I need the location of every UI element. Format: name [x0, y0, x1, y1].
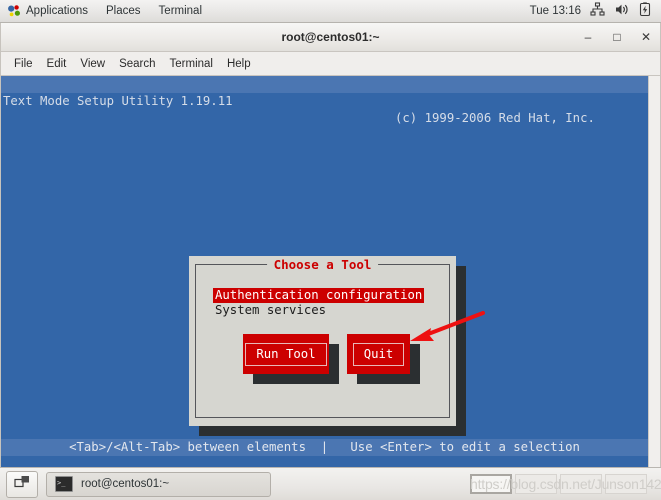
- window-titlebar[interactable]: root@centos01:~ – □ ✕: [1, 23, 660, 52]
- volume-icon[interactable]: [614, 2, 629, 20]
- taskbar: root@centos01:~ https://blog.csdn.net/Ju…: [0, 467, 661, 500]
- menu-help[interactable]: Help: [220, 56, 258, 72]
- setup-copyright: (c) 1999-2006 Red Hat, Inc.: [395, 111, 595, 125]
- window-controls: – □ ✕: [580, 23, 654, 51]
- menu-applications[interactable]: Applications: [1, 2, 96, 20]
- show-desktop-button[interactable]: [6, 470, 38, 498]
- terminal-scrollbar[interactable]: [648, 76, 660, 467]
- gnome-foot-icon: [7, 4, 21, 18]
- menu-search[interactable]: Search: [112, 56, 162, 72]
- run-tool-button-label: Run Tool: [245, 342, 327, 366]
- menu-edit[interactable]: Edit: [40, 56, 74, 72]
- windows-overlap-icon: [13, 474, 31, 494]
- network-icon[interactable]: [590, 2, 605, 20]
- option-authentication-configuration[interactable]: Authentication configuration: [213, 288, 425, 303]
- watermark-area: https://blog.csdn.net/Junson142099: [470, 474, 661, 494]
- battery-icon[interactable]: [638, 2, 652, 20]
- menu-terminal[interactable]: Terminal: [151, 3, 210, 19]
- dialog-button-row: Run Tool Quit: [189, 334, 456, 394]
- menu-applications-label: Applications: [26, 5, 89, 17]
- watermark-text: https://blog.csdn.net/Junson142099: [470, 476, 661, 492]
- dialog-title: Choose a Tool: [266, 258, 379, 272]
- panel-status-area: Tue 13:16: [530, 2, 661, 20]
- minimize-button[interactable]: –: [580, 29, 596, 45]
- setup-header-bar: Text Mode Setup Utility 1.19.11 (c) 1999…: [1, 76, 648, 125]
- terminal-icon: [55, 476, 73, 492]
- close-button[interactable]: ✕: [638, 29, 654, 45]
- quit-button-label: Quit: [352, 342, 405, 366]
- quit-button-face: Quit: [347, 334, 410, 374]
- terminal-screen[interactable]: Text Mode Setup Utility 1.19.11 (c) 1999…: [1, 76, 660, 467]
- option-system-services[interactable]: System services: [213, 303, 424, 318]
- menu-places[interactable]: Places: [98, 3, 149, 19]
- run-tool-button[interactable]: Run Tool: [243, 334, 339, 384]
- top-panel: Applications Places Terminal Tue 13:16: [0, 0, 661, 23]
- terminal-menubar: File Edit View Search Terminal Help: [1, 52, 660, 76]
- run-tool-button-face: Run Tool: [243, 334, 329, 374]
- menu-view[interactable]: View: [73, 56, 112, 72]
- window-title: root@centos01:~: [281, 30, 380, 44]
- menu-terminal[interactable]: Terminal: [163, 56, 220, 72]
- quit-button[interactable]: Quit: [347, 334, 420, 384]
- desktop-screen: Applications Places Terminal Tue 13:16 r…: [0, 0, 661, 500]
- terminal-window: root@centos01:~ – □ ✕ File Edit View Sea…: [0, 23, 661, 467]
- tui-content: Text Mode Setup Utility 1.19.11 (c) 1999…: [1, 76, 648, 467]
- taskbar-window-label: root@centos01:~: [81, 478, 170, 490]
- setup-utility-title: Text Mode Setup Utility 1.19.11: [3, 94, 233, 108]
- tool-option-list: Authentication configuration System serv…: [213, 288, 425, 318]
- clock[interactable]: Tue 13:16: [530, 5, 581, 17]
- choose-a-tool-dialog: Choose a Tool Authentication configurati…: [189, 256, 456, 426]
- maximize-button[interactable]: □: [609, 29, 625, 45]
- setup-footer-bar: <Tab>/<Alt-Tab> between elements | Use <…: [1, 439, 648, 456]
- menu-file[interactable]: File: [7, 56, 40, 72]
- taskbar-window-button[interactable]: root@centos01:~: [46, 471, 271, 497]
